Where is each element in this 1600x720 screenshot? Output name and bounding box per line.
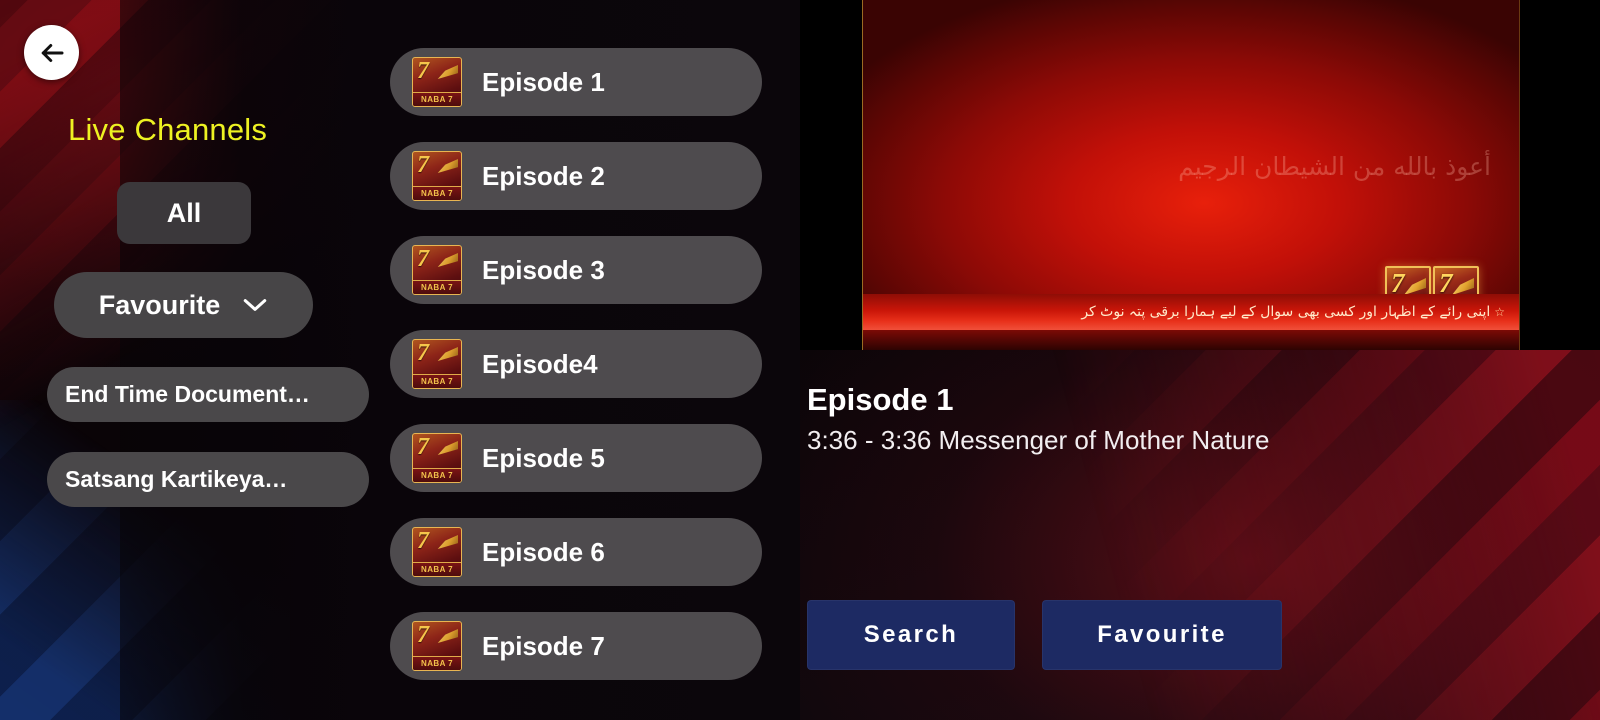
video-news-ticker: اپنی رائے کے اظہار اور کسی بھی سوال کے ل…	[863, 294, 1519, 330]
filter-all-button[interactable]: All	[117, 182, 251, 244]
naba7-logo-caption: NABA 7	[421, 94, 453, 104]
arrow-left-icon	[37, 38, 67, 68]
list-item[interactable]: 7 NABA 7 Episode 1	[390, 48, 762, 116]
naba7-logo-digit: 7	[417, 528, 429, 554]
list-item[interactable]: 7 NABA 7 Episode 7	[390, 612, 762, 680]
naba7-logo-icon: 7 NABA 7	[412, 621, 462, 671]
video-surface: أعوذ بالله من الشيطان الرجيم 7 NABA 7 7 …	[862, 0, 1520, 350]
naba7-logo-swoosh	[437, 65, 458, 79]
video-player[interactable]: أعوذ بالله من الشيطان الرجيم 7 NABA 7 7 …	[800, 0, 1600, 350]
search-button-label: Search	[863, 621, 959, 648]
naba7-logo-swoosh	[1451, 278, 1474, 295]
list-item[interactable]: 7 NABA 7 Episode4	[390, 330, 762, 398]
naba7-logo-icon: 7 NABA 7	[412, 527, 462, 577]
list-item[interactable]: 7 NABA 7 Episode 3	[390, 236, 762, 304]
naba7-logo-digit: 7	[417, 152, 429, 178]
sidebar: Live Channels All Favourite End Time Doc…	[0, 0, 390, 720]
detail-panel: أعوذ بالله من الشيطان الرجيم 7 NABA 7 7 …	[775, 0, 1600, 720]
naba7-logo-caption-bar: NABA 7	[413, 562, 461, 576]
naba7-logo-digit: 7	[417, 340, 429, 366]
video-arabic-overlay-text: أعوذ بالله من الشيطان الرجيم	[1178, 152, 1491, 181]
naba7-logo-digit: 7	[417, 246, 429, 272]
chevron-down-icon	[242, 297, 268, 313]
naba7-logo-icon: 7 NABA 7	[412, 57, 462, 107]
detail-subtitle: 3:36 - 3:36 Messenger of Mother Nature	[807, 425, 1270, 455]
naba7-logo-digit: 7	[417, 434, 429, 460]
naba7-logo-caption-bar: NABA 7	[413, 656, 461, 670]
naba7-logo-icon: 7 NABA 7	[412, 151, 462, 201]
naba7-logo-swoosh	[437, 629, 458, 643]
naba7-logo-caption-bar: NABA 7	[413, 468, 461, 482]
list-item-label: Episode4	[482, 348, 598, 379]
naba7-logo-digit: 7	[1439, 268, 1453, 298]
filter-favourite-label: Favourite	[98, 289, 221, 320]
naba7-logo-icon: 7 NABA 7	[412, 433, 462, 483]
naba7-logo-swoosh	[437, 347, 458, 361]
naba7-logo-icon: 7 NABA 7	[412, 339, 462, 389]
video-ticker-text: اپنی رائے کے اظہار اور کسی بھی سوال کے ل…	[1081, 304, 1491, 320]
naba7-logo-caption: NABA 7	[421, 564, 453, 574]
page-title: Live Channels	[68, 112, 268, 147]
list-item[interactable]: 7 NABA 7 Episode 2	[390, 142, 762, 210]
list-item-label: Episode 7	[482, 630, 605, 661]
naba7-logo-caption-bar: NABA 7	[413, 186, 461, 200]
filter-favourite-dropdown[interactable]: Favourite	[54, 272, 313, 338]
list-item-label: Episode 1	[482, 66, 605, 97]
episode-list: 7 NABA 7 Episode 1 7 NABA 7 Episode 2 7 …	[390, 0, 775, 720]
naba7-logo-digit: 7	[417, 622, 429, 648]
naba7-logo-digit: 7	[417, 58, 429, 84]
star-icon: ☆	[1494, 305, 1505, 319]
list-item[interactable]: 7 NABA 7 Episode 5	[390, 424, 762, 492]
naba7-logo-swoosh	[437, 441, 458, 455]
filter-all-label: All	[166, 197, 202, 228]
list-item-label: Episode 5	[482, 442, 605, 473]
sidebar-channel-item[interactable]: End Time Document…	[47, 367, 369, 422]
naba7-logo-swoosh	[1403, 278, 1426, 295]
naba7-logo-caption: NABA 7	[421, 470, 453, 480]
naba7-logo-swoosh	[437, 159, 458, 173]
favourite-button-label: Favourite	[1097, 621, 1227, 648]
naba7-logo-icon: 7 NABA 7	[412, 245, 462, 295]
list-item-label: Episode 6	[482, 536, 605, 567]
naba7-logo-swoosh	[437, 253, 458, 267]
naba7-logo-caption: NABA 7	[421, 658, 453, 668]
naba7-logo-caption-bar: NABA 7	[413, 92, 461, 106]
video-bottom-strip	[863, 330, 1519, 350]
list-item-label: Episode 2	[482, 160, 605, 191]
naba7-logo-caption: NABA 7	[421, 282, 453, 292]
list-item[interactable]: 7 NABA 7 Episode 6	[390, 518, 762, 586]
search-button[interactable]: Search	[807, 600, 1015, 670]
naba7-logo-digit: 7	[1391, 268, 1405, 298]
detail-title: Episode 1	[807, 382, 954, 417]
naba7-logo-caption: NABA 7	[421, 188, 453, 198]
naba7-logo-swoosh	[437, 535, 458, 549]
favourite-button[interactable]: Favourite	[1042, 600, 1282, 670]
naba7-logo-caption-bar: NABA 7	[413, 280, 461, 294]
naba7-logo-caption: NABA 7	[421, 376, 453, 386]
sidebar-channel-item[interactable]: Satsang Kartikeya…	[47, 452, 369, 507]
back-button[interactable]	[24, 25, 79, 80]
naba7-logo-caption-bar: NABA 7	[413, 374, 461, 388]
list-item-label: Episode 3	[482, 254, 605, 285]
